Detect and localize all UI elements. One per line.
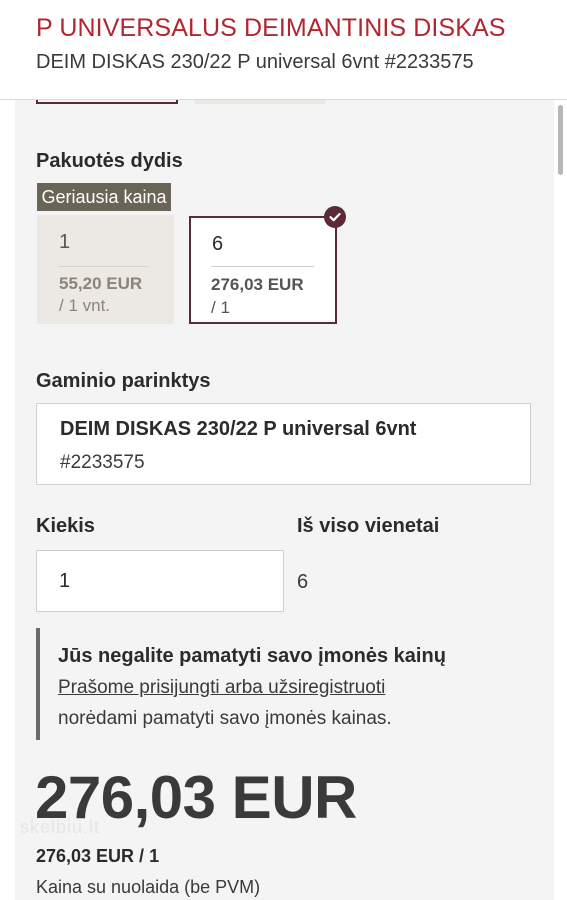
quantity-input[interactable] xyxy=(36,550,284,612)
total-price: 276,03 EUR xyxy=(35,764,357,831)
product-options-label: Gaminio parinktys xyxy=(36,370,211,392)
package-option-1[interactable]: 1 55,20 EUR / 1 vnt. xyxy=(37,215,174,324)
product-option-select[interactable]: DEIM DISKAS 230/22 P universal 6vnt #223… xyxy=(36,403,531,485)
notice-bar xyxy=(36,628,40,740)
package-qty: 1 xyxy=(59,231,71,253)
login-register-link[interactable]: Prašome prisijungti arba užsiregistruoti xyxy=(58,677,385,699)
unit-price: 276,03 EUR / 1 xyxy=(36,846,160,866)
best-price-badge: Geriausia kaina xyxy=(37,183,171,211)
price-note: Kaina su nuolaida (be PVM) xyxy=(36,877,261,897)
product-header: P UNIVERSALUS DEIMANTINIS DISKAS DEIM DI… xyxy=(0,0,567,100)
check-icon xyxy=(324,206,346,228)
total-units-value: 6 xyxy=(297,571,309,593)
package-option-6[interactable]: 6 276,03 EUR / 1 xyxy=(189,216,337,324)
notice-title: Jūs negalite pamatyti savo įmonės kainų xyxy=(58,645,446,667)
product-title: P UNIVERSALUS DEIMANTINIS DISKAS xyxy=(36,14,506,42)
notice-text: norėdami pamatyti savo įmonės kainas. xyxy=(58,708,392,729)
divider xyxy=(59,266,148,267)
package-qty: 6 xyxy=(212,233,224,255)
package-size-label: Pakuotės dydis xyxy=(36,150,183,172)
total-units-label: Iš viso vienetai xyxy=(297,515,440,537)
scrollbar[interactable] xyxy=(558,105,563,175)
option-code: #2233575 xyxy=(60,452,145,473)
product-subtitle: DEIM DISKAS 230/22 P universal 6vnt #223… xyxy=(36,51,474,73)
quantity-label: Kiekis xyxy=(36,515,95,537)
package-per: / 1 xyxy=(211,298,230,317)
package-price: 276,03 EUR xyxy=(211,275,304,294)
package-per: / 1 vnt. xyxy=(59,296,111,315)
divider xyxy=(211,266,314,267)
package-price: 55,20 EUR xyxy=(59,274,143,293)
option-name: DEIM DISKAS 230/22 P universal 6vnt xyxy=(60,418,417,440)
